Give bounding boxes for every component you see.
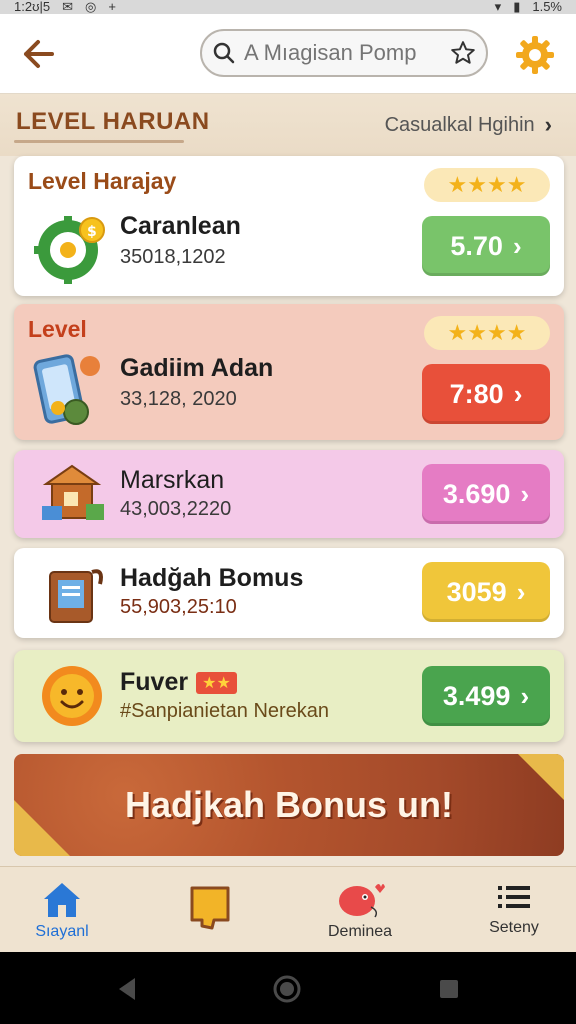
price-button[interactable]: 3.690 ›	[422, 464, 550, 524]
star-outline-icon[interactable]	[450, 40, 476, 66]
card-name: Gadiim Adan	[120, 354, 274, 382]
level-card[interactable]: Level Harajay ★★★★ $ Caranlean 35018,120…	[14, 156, 564, 296]
shop-icon	[34, 454, 114, 534]
nav-item-home[interactable]: Sıayanl	[2, 867, 122, 953]
section-header: LEVEL HARUAN Casualkal Hgihin ›	[0, 94, 576, 156]
nav-label: Sıayanl	[35, 923, 89, 940]
battery-level: 1.5%	[532, 0, 562, 14]
map-icon	[190, 886, 230, 930]
gear-coin-icon: $	[30, 208, 110, 288]
circle-home-icon	[273, 975, 301, 1003]
section-link[interactable]: Casualkal Hgihin ›	[385, 112, 552, 138]
search-bar[interactable]	[200, 29, 488, 77]
card-meta: 35018,1202	[120, 246, 226, 268]
bonus-banner[interactable]: Hadjkah Bonus un!	[14, 754, 564, 856]
section-link-label: Casualkal Hgihin	[384, 113, 535, 136]
level-card[interactable]: Fuver ★★ #Sanpianietan Nerekan 3.499 ›	[14, 650, 564, 742]
search-input[interactable]	[244, 40, 450, 66]
chevron-right-icon: ›	[516, 576, 526, 607]
level-card[interactable]: Level ★★★★ Gadiim Adan 33,128, 2020 7:80…	[14, 304, 564, 440]
price-button[interactable]: 7:80 ›	[422, 364, 550, 424]
menu-icon	[498, 886, 530, 908]
chevron-right-icon: ›	[544, 112, 552, 137]
level-card[interactable]: Hadğah Bomus 55,903,25:10 3059 ›	[14, 548, 564, 638]
card-name: Marsrkan	[120, 466, 225, 494]
bottom-nav: Sıayanl Deminea Seteny	[0, 866, 576, 952]
notification-icon: ✉	[62, 0, 73, 14]
nav-item-map[interactable]	[150, 867, 270, 953]
status-bar: 1:2ʊ|5 ✉ ◎ + ▾ ▮ 1.5%	[0, 0, 576, 14]
signal-icon: ▾	[494, 0, 502, 14]
price-label: 3.499	[442, 680, 511, 711]
chevron-right-icon: ›	[520, 680, 530, 711]
card-tag: Level Harajay	[28, 168, 177, 194]
nav-item-menu[interactable]: Seteny	[454, 867, 574, 953]
gear-icon	[516, 36, 554, 74]
chevron-right-icon: ›	[520, 478, 530, 509]
home-icon	[44, 883, 80, 917]
rating-stars: ★★★★	[424, 168, 550, 202]
price-label: 5.70	[450, 230, 503, 261]
card-meta: 43,003,2220	[120, 498, 232, 520]
card-meta: 33,128, 2020	[120, 388, 237, 410]
price-button[interactable]: 5.70 ›	[422, 216, 550, 276]
section-title: LEVEL HARUAN	[16, 108, 210, 135]
section-underline	[14, 140, 184, 143]
system-nav-bar	[0, 952, 576, 1024]
card-name: Caranlean	[120, 212, 241, 240]
banner-text: Hadjkah Bonus un!	[124, 784, 453, 825]
app-bar	[0, 14, 576, 94]
card-badge: ★★	[196, 671, 237, 694]
level-card[interactable]: Marsrkan 43,003,2220 3.690 ›	[14, 450, 564, 538]
back-button[interactable]	[18, 34, 58, 74]
battery-icon: ▮	[513, 0, 521, 14]
price-button[interactable]: 3059 ›	[422, 562, 550, 622]
pet-icon	[339, 884, 385, 918]
chevron-right-icon: ›	[513, 378, 523, 409]
sync-icon: ◎	[84, 0, 97, 14]
triangle-back-icon	[119, 978, 135, 1000]
sun-icon	[32, 656, 112, 736]
chevron-right-icon: ›	[512, 230, 522, 261]
svg-text:$: $	[87, 224, 97, 240]
arrow-left-icon	[24, 40, 54, 68]
nav-label: Deminea	[327, 923, 393, 940]
card-meta: 55,903,25:10	[120, 596, 237, 618]
plus-icon: +	[108, 0, 116, 14]
book-icon	[34, 554, 114, 634]
nav-item-pet[interactable]: Deminea	[300, 867, 420, 953]
rating-stars: ★★★★	[424, 316, 550, 350]
nav-label: Seteny	[489, 919, 539, 936]
system-back-button[interactable]	[112, 974, 142, 1004]
card-tag: Level	[28, 316, 87, 342]
price-label: 7:80	[449, 378, 504, 409]
phone-gift-icon	[30, 350, 110, 430]
settings-button[interactable]	[512, 32, 558, 78]
card-name: Hadğah Bomus	[120, 564, 304, 592]
price-label: 3059	[446, 576, 507, 607]
card-meta: #Sanpianietan Nerekan	[120, 700, 330, 722]
status-time: 1:2ʊ|5	[14, 0, 51, 14]
square-recents-icon	[440, 980, 458, 998]
price-label: 3.690	[442, 478, 511, 509]
price-button[interactable]: 3.499 ›	[422, 666, 550, 726]
card-name: Fuver ★★	[120, 668, 237, 697]
search-icon	[213, 42, 235, 64]
system-recents-button[interactable]	[434, 974, 464, 1004]
system-home-button[interactable]	[272, 974, 302, 1004]
card-name-text: Fuver	[120, 668, 189, 696]
